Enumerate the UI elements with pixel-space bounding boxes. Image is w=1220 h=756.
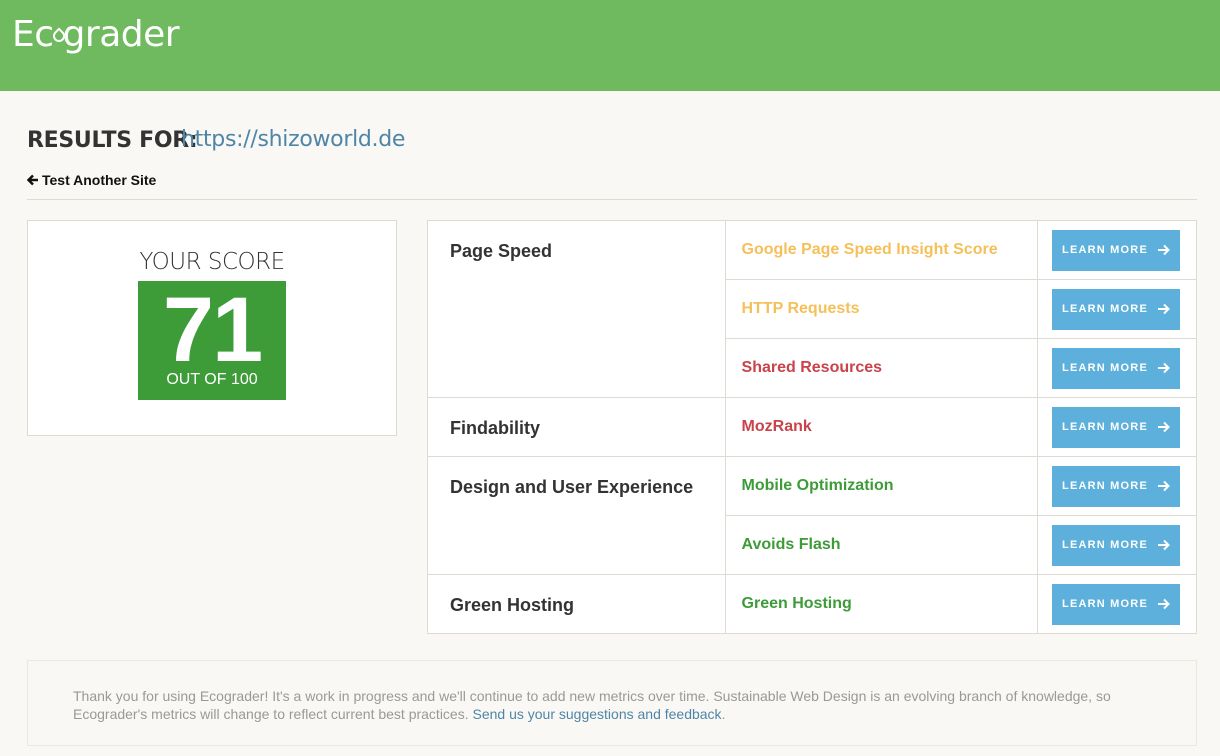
category-name: Design and User Experience [427, 456, 726, 575]
score-value: 71 [162, 279, 263, 381]
score-label: YOUR SCORE [139, 249, 285, 275]
metrics-table: Page Speed Google Page Speed Insight Scor… [427, 220, 1197, 634]
table-row: Green Hosting Green Hosting LEARN MORE [427, 574, 1197, 634]
arrow-right-icon [1157, 303, 1170, 315]
learn-more-label: LEARN MORE [1062, 421, 1148, 433]
learn-more-label: LEARN MORE [1062, 598, 1148, 610]
learn-more-button[interactable]: LEARN MORE [1052, 288, 1181, 330]
table-row: Page Speed Google Page Speed Insight Scor… [427, 220, 1197, 398]
feedback-link[interactable]: Send us your suggestions and feedback [473, 706, 722, 722]
learn-more-label: LEARN MORE [1062, 244, 1148, 256]
learn-more-label: LEARN MORE [1062, 539, 1148, 551]
category-name: Findability [427, 397, 726, 457]
footer-note: Thank you for using Ecograder! It's a wo… [27, 660, 1197, 746]
metric-action-cell: LEARN MORE [1037, 397, 1197, 457]
score-panel: YOUR SCORE 71 OUT OF 100 [27, 220, 397, 436]
test-another-site-link[interactable]: Test Another Site [27, 172, 156, 188]
table-row: Findability MozRank LEARN MORE [427, 397, 1197, 457]
ecograder-logo[interactable]: Ec grader [12, 14, 180, 55]
arrow-right-icon [1157, 244, 1170, 256]
metric-action-cell: LEARN MORE [1037, 279, 1197, 339]
learn-more-label: LEARN MORE [1062, 480, 1148, 492]
category-name: Page Speed [427, 220, 726, 398]
footer-text: Thank you for using Ecograder! It's a wo… [73, 688, 1111, 722]
metric-action-cell: LEARN MORE [1037, 338, 1197, 398]
arrow-right-icon [1157, 598, 1170, 610]
learn-more-button[interactable]: LEARN MORE [1052, 347, 1181, 389]
category-name: Green Hosting [427, 574, 726, 634]
learn-more-label: LEARN MORE [1062, 303, 1148, 315]
learn-more-button[interactable]: LEARN MORE [1052, 406, 1181, 448]
score-out-of: OUT OF 100 [166, 371, 258, 388]
arrow-right-icon [1157, 480, 1170, 492]
metric-action-cell: LEARN MORE [1037, 220, 1197, 280]
metric-action-cell: LEARN MORE [1037, 515, 1197, 575]
metric-name: HTTP Requests [724, 279, 1039, 339]
metric-name: Shared Resources [724, 338, 1039, 398]
learn-more-button[interactable]: LEARN MORE [1052, 524, 1181, 566]
arrow-right-icon [1157, 421, 1170, 433]
results-label: RESULTS FOR: [27, 128, 198, 153]
metric-name: Avoids Flash [724, 515, 1039, 575]
metric-name: Green Hosting [724, 574, 1039, 634]
back-link-label: Test Another Site [42, 172, 157, 188]
table-row: Design and User Experience Mobile Optimiz… [427, 456, 1197, 575]
divider [27, 199, 1197, 200]
metric-action-cell: LEARN MORE [1037, 456, 1197, 516]
metric-action-cell: LEARN MORE [1037, 574, 1197, 634]
learn-more-button[interactable]: LEARN MORE [1052, 583, 1181, 625]
metric-name: MozRank [724, 397, 1039, 457]
score-tile: 71 OUT OF 100 [138, 281, 286, 400]
metric-name: Google Page Speed Insight Score [724, 220, 1039, 280]
site-header: Ec grader [0, 0, 1220, 91]
metric-name: Mobile Optimization [724, 456, 1039, 516]
learn-more-label: LEARN MORE [1062, 362, 1148, 374]
results-url-link[interactable]: https://shizoworld.de [181, 127, 405, 152]
arrow-left-icon [27, 174, 38, 186]
learn-more-button[interactable]: LEARN MORE [1052, 465, 1181, 507]
arrow-right-icon [1157, 539, 1170, 551]
arrow-right-icon [1157, 362, 1170, 374]
learn-more-button[interactable]: LEARN MORE [1052, 229, 1181, 271]
